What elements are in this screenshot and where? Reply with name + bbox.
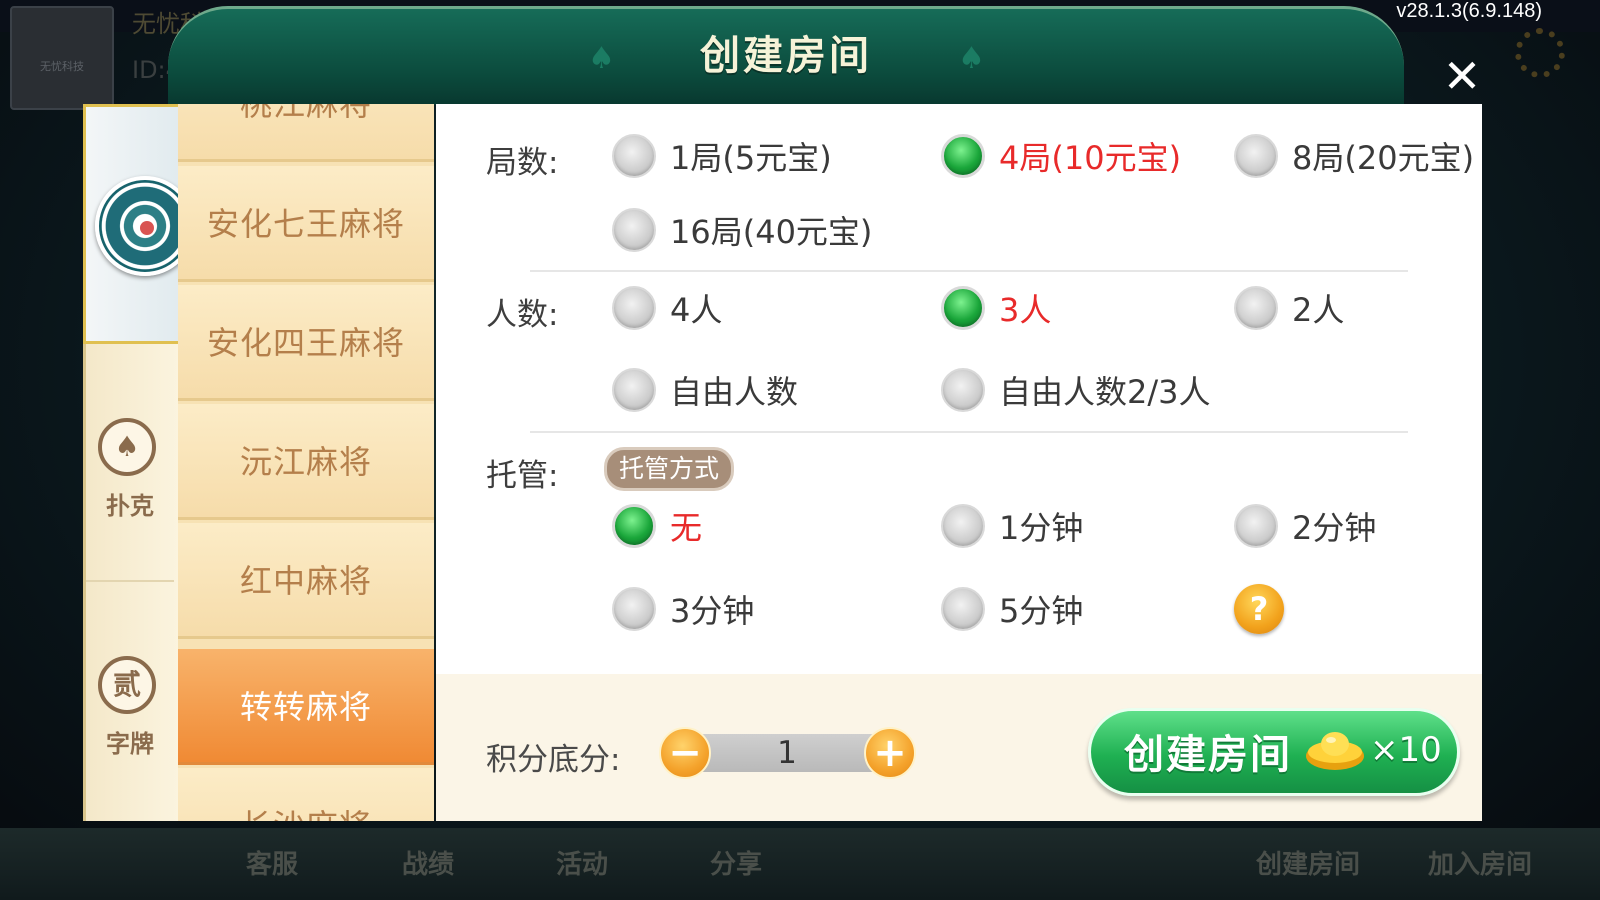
game-list[interactable]: 桃江麻将 安化七王麻将 安化四王麻将 沅江麻将 红中麻将 转转麻将 长沙麻将 <box>178 104 434 821</box>
radio-selected-icon[interactable] <box>612 504 656 548</box>
dialog-title: 创建房间 <box>700 33 872 79</box>
rounds-option-8[interactable]: 8局(20元宝) <box>1234 133 1474 179</box>
players-option-3[interactable]: 3人 <box>941 285 1051 331</box>
section-divider <box>530 270 1408 272</box>
auto-play-option-none[interactable]: 无 <box>612 503 702 549</box>
rounds-option-4[interactable]: 4局(10元宝) <box>941 133 1181 179</box>
radio-icon[interactable] <box>1234 504 1278 548</box>
zi-icon[interactable]: 贰 <box>98 656 156 714</box>
game-item[interactable]: 红中麻将 <box>178 523 434 639</box>
radio-icon[interactable] <box>612 368 656 412</box>
option-label: 无 <box>670 509 703 547</box>
bg-tab-join: 加入房间 <box>1428 850 1533 880</box>
radio-icon[interactable] <box>941 368 985 412</box>
bg-tab-create: 创建房间 <box>1256 850 1361 880</box>
base-score-value: 1 <box>777 735 797 771</box>
radio-icon[interactable] <box>1234 286 1278 330</box>
game-item-selected[interactable]: 转转麻将 <box>178 649 434 765</box>
close-icon[interactable]: ✕ <box>1438 52 1486 100</box>
bg-tab-record: 战绩 <box>402 850 455 880</box>
option-label: 8局(20元宝) <box>1292 139 1475 177</box>
option-label: 2人 <box>1292 291 1345 329</box>
radio-selected-icon[interactable] <box>941 134 985 178</box>
option-label: 2分钟 <box>1292 509 1377 547</box>
option-label: 3分钟 <box>670 592 755 630</box>
auto-play-label: 托管: <box>486 458 559 494</box>
auto-play-option-5min[interactable]: 5分钟 <box>941 586 1083 632</box>
radio-selected-icon[interactable] <box>941 286 985 330</box>
radio-icon[interactable] <box>612 134 656 178</box>
category-tab-zipai[interactable]: 字牌 <box>83 724 177 759</box>
auto-play-option-3min[interactable]: 3分钟 <box>612 586 754 632</box>
radio-icon[interactable] <box>941 587 985 631</box>
radio-icon[interactable] <box>612 208 656 252</box>
game-item[interactable]: 安化七王麻将 <box>178 166 434 282</box>
company-logo: 无忧科技 <box>10 6 114 110</box>
option-label: 1局(5元宝) <box>670 139 832 177</box>
gear-icon <box>1515 28 1565 78</box>
game-item[interactable]: 桃江麻将 <box>178 104 434 162</box>
game-item[interactable]: 安化四王麻将 <box>178 285 434 401</box>
category-divider <box>86 580 174 582</box>
auto-play-option-2min[interactable]: 2分钟 <box>1234 503 1376 549</box>
question-icon[interactable]: ? <box>1234 584 1284 634</box>
rounds-option-1[interactable]: 1局(5元宝) <box>612 133 832 179</box>
bg-tab-activity: 活动 <box>556 850 609 880</box>
option-label: 1分钟 <box>999 509 1084 547</box>
create-room-label: 创建房间 <box>1124 732 1292 778</box>
option-label: 16局(40元宝) <box>670 213 873 251</box>
version-label: v28.1.3(6.9.148) <box>1396 0 1542 22</box>
players-option-free-2-3[interactable]: 自由人数2/3人 <box>941 367 1211 413</box>
rounds-option-16[interactable]: 16局(40元宝) <box>612 207 872 253</box>
base-score-label: 积分底分: <box>486 742 621 778</box>
gold-ingot-icon <box>1306 732 1364 770</box>
radio-icon[interactable] <box>612 587 656 631</box>
spade-icon[interactable]: ♠ <box>98 418 156 476</box>
plus-icon[interactable]: + <box>864 727 916 779</box>
create-room-cost: ×10 <box>1370 730 1442 770</box>
minus-icon[interactable]: − <box>659 727 711 779</box>
option-label: 自由人数2/3人 <box>999 373 1211 411</box>
players-option-free[interactable]: 自由人数 <box>612 367 798 413</box>
rounds-label: 局数: <box>486 145 559 181</box>
option-label: 5分钟 <box>999 592 1084 630</box>
players-label: 人数: <box>486 297 559 333</box>
bg-tab-share: 分享 <box>710 850 763 880</box>
auto-play-option-1min[interactable]: 1分钟 <box>941 503 1083 549</box>
players-option-2[interactable]: 2人 <box>1234 285 1344 331</box>
bg-tab-service: 客服 <box>246 850 299 880</box>
radio-icon[interactable] <box>1234 134 1278 178</box>
option-label: 3人 <box>999 291 1052 329</box>
radio-icon[interactable] <box>941 504 985 548</box>
option-label: 4局(10元宝) <box>999 139 1182 177</box>
option-label: 自由人数 <box>670 373 799 411</box>
radio-icon[interactable] <box>612 286 656 330</box>
auto-play-mode-button[interactable]: 托管方式 <box>604 447 735 491</box>
game-item[interactable]: 长沙麻将 <box>178 768 434 821</box>
category-tab-poker[interactable]: 扑克 <box>83 486 177 521</box>
option-label: 4人 <box>670 291 723 329</box>
section-divider <box>530 431 1408 433</box>
game-item[interactable]: 沅江麻将 <box>178 404 434 520</box>
dialog-header: ♠ ♠ 创建房间 <box>168 6 1404 105</box>
players-option-4[interactable]: 4人 <box>612 285 722 331</box>
